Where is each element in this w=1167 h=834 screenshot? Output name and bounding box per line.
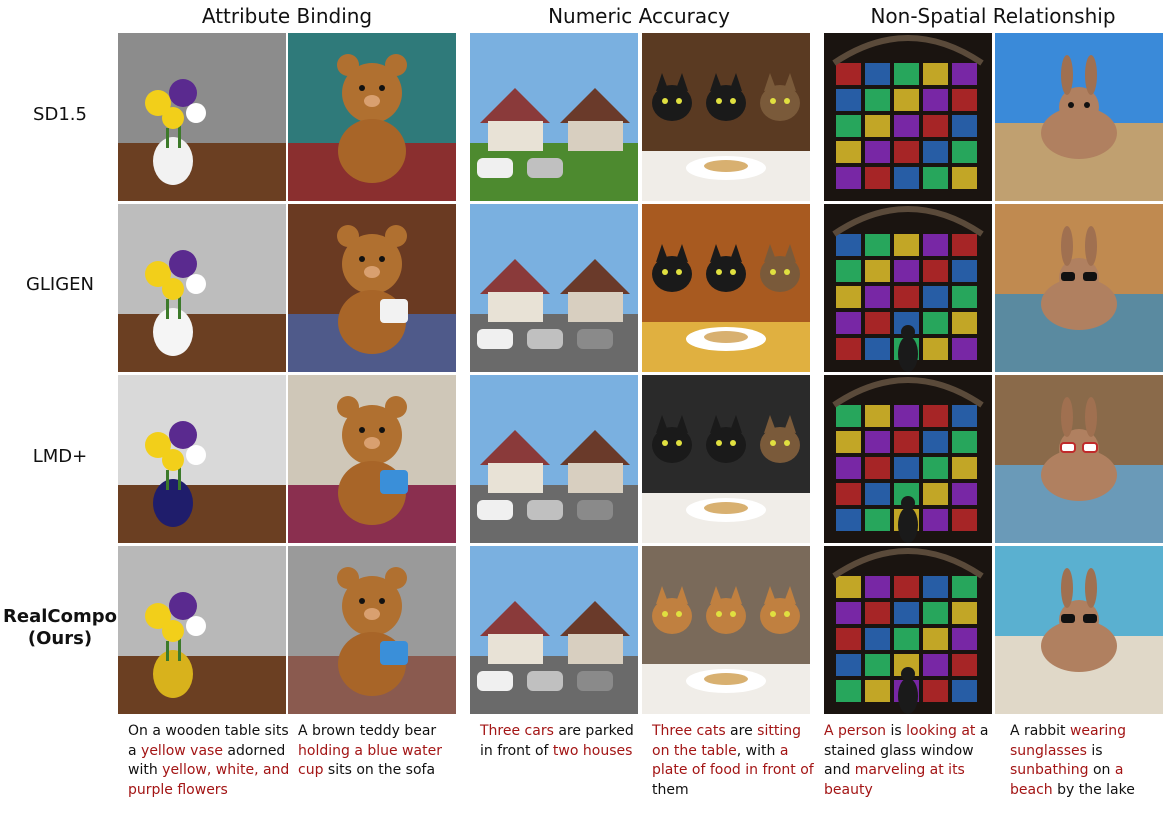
caption-text: them [652,781,689,798]
caption-highlight: A person [824,723,887,739]
row-label-lmd: LMD+ [32,446,88,467]
caption-rabbit: A rabbit wearing sunglasses is sunbathin… [1010,722,1160,800]
caption-stained-glass: A person is looking at a stained glass w… [824,722,992,800]
generated-image-gligen-vase [118,204,286,372]
generated-image-gligen-rabbit [995,204,1163,372]
generated-image-sd15-cars [470,33,638,201]
generated-image-gligen-cars [470,204,638,372]
caption-cars: Three cars are parked in front of two ho… [480,722,648,761]
generated-image-sd15-glass [824,33,992,201]
column-title-non-spatial-relationship: Non-Spatial Relationship [870,4,1116,28]
row-label-realcompo-name: RealCompo [3,606,117,627]
generated-image-lmd-vase [118,375,286,543]
generated-image-sd15-teddy [288,33,456,201]
caption-text: is [886,723,907,739]
generated-image-realcompo-cats [642,546,810,714]
caption-vase: On a wooden table sits a yellow vase ado… [128,722,296,800]
generated-image-gligen-cats [642,204,810,372]
caption-highlight: yellow vase [141,742,223,759]
caption-text: , with [736,742,780,759]
caption-text: A brown teddy bear [298,723,437,739]
caption-teddy: A brown teddy bear holding a blue water … [298,722,466,781]
caption-highlight: Three cars [480,723,554,739]
row-label-realcompo-ours: (Ours) [27,628,93,649]
caption-text: A rabbit [1010,723,1070,739]
caption-highlight: looking at [906,723,976,739]
column-title-numeric-accuracy: Numeric Accuracy [548,4,730,28]
generated-image-sd15-vase [118,33,286,201]
generated-image-sd15-cats [642,33,810,201]
generated-image-realcompo-cars [470,546,638,714]
generated-image-lmd-cars [470,375,638,543]
caption-highlight: sunbathing [1010,762,1089,779]
caption-highlight: Three cats [652,723,726,739]
caption-text: sits on the sofa [323,762,436,779]
generated-image-realcompo-glass [824,546,992,714]
generated-image-realcompo-vase [118,546,286,714]
generated-image-realcompo-teddy [288,546,456,714]
generated-image-lmd-cats [642,375,810,543]
generated-image-lmd-teddy [288,375,456,543]
caption-text: are [725,723,758,739]
row-label-realcompo: RealCompo (Ours) [0,606,120,650]
column-title-attribute-binding: Attribute Binding [201,4,373,28]
generated-image-lmd-rabbit [995,375,1163,543]
row-label-gligen: GLIGEN [25,274,95,295]
caption-text: by the lake [1052,781,1135,798]
generated-image-realcompo-rabbit [995,546,1163,714]
generated-image-gligen-glass [824,204,992,372]
caption-text: on [1088,762,1115,779]
row-label-sd15: SD1.5 [33,104,87,125]
generated-image-lmd-glass [824,375,992,543]
caption-cats: Three cats are sitting on the table, wit… [652,722,820,800]
generated-image-gligen-teddy [288,204,456,372]
caption-highlight: two houses [552,742,633,759]
caption-text: is [1086,742,1103,759]
generated-image-sd15-rabbit [995,33,1163,201]
